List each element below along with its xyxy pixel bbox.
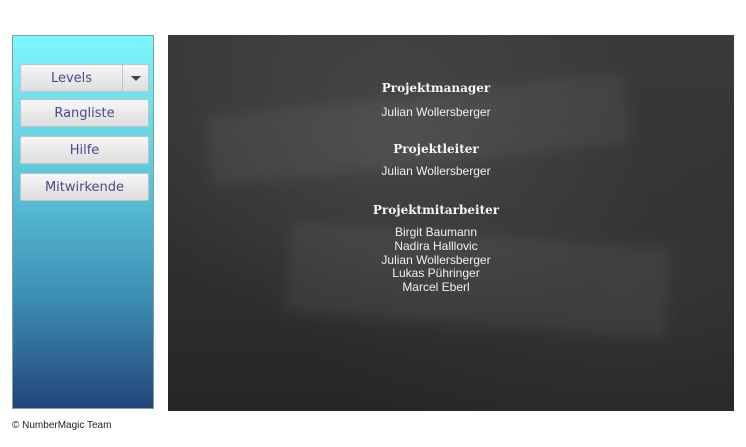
section-heading-projektleiter: Projektleiter (393, 142, 479, 156)
section-heading-projektmanager: Projektmanager (381, 81, 491, 95)
credit-name: Marcel Eberl (402, 280, 470, 294)
section-heading-projektmitarbeiter: Projektmitarbeiter (372, 203, 500, 217)
hilfe-label: Hilfe (69, 142, 100, 158)
levels-button[interactable]: Levels (20, 64, 149, 92)
credit-name: Birgit Baumann (394, 225, 478, 239)
chalkboard-panel: Projektmanager Julian Wollersberger Proj… (168, 35, 734, 411)
copyright-footer: © NumberMagic Team (12, 420, 112, 431)
hilfe-button[interactable]: Hilfe (20, 136, 149, 164)
chevron-down-icon (130, 75, 141, 81)
mitwirkende-button[interactable]: Mitwirkende (20, 173, 149, 201)
levels-label: Levels (50, 70, 93, 86)
credit-name: Nadira Halllovic (394, 239, 478, 253)
credit-name: Julian Wollersberger (381, 164, 491, 178)
sidebar-menu: Levels Rangliste Hilfe Mitwirkende (12, 35, 154, 409)
rangliste-button[interactable]: Rangliste (20, 99, 149, 127)
mitwirkende-label: Mitwirkende (44, 179, 125, 195)
credit-name: Julian Wollersberger (381, 253, 491, 267)
credit-name: Julian Wollersberger (381, 105, 491, 119)
credit-name: Lukas Pühringer (392, 266, 480, 280)
rangliste-label: Rangliste (54, 105, 115, 121)
levels-dropdown-toggle[interactable] (122, 65, 148, 91)
